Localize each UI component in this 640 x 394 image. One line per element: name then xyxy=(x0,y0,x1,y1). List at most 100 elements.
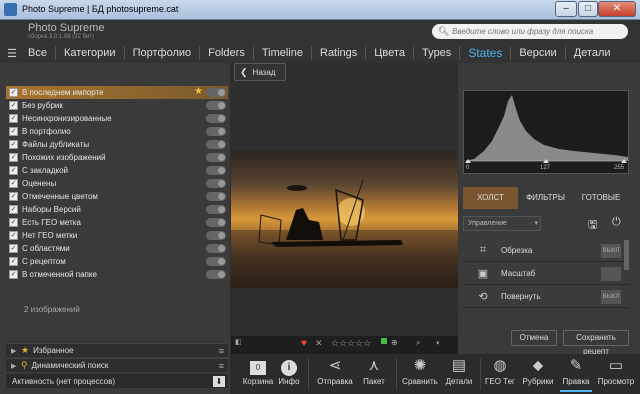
menu-icon[interactable]: ≡ xyxy=(219,346,224,356)
tab-folders[interactable]: Folders xyxy=(200,46,254,60)
checkbox[interactable]: ✓ xyxy=(9,166,18,175)
checkbox[interactable]: ✓ xyxy=(9,114,18,123)
tab-categories[interactable]: Категории xyxy=(56,46,125,60)
search-box[interactable]: 🔍︎ xyxy=(432,24,628,39)
tab-presets[interactable]: ГОТОВЫЕ xyxy=(573,187,629,209)
filter-row[interactable]: ✓ Похожих изображений xyxy=(6,151,228,164)
checkbox[interactable]: ✓ xyxy=(9,257,18,266)
checkbox[interactable]: ✓ xyxy=(9,218,18,227)
checkbox[interactable]: ✓ xyxy=(9,101,18,110)
toggle-switch[interactable] xyxy=(206,166,226,175)
tab-colors[interactable]: Цвета xyxy=(366,46,414,60)
back-button[interactable]: ❮ Назад xyxy=(234,63,286,81)
checkbox[interactable]: ✓ xyxy=(9,153,18,162)
preset-select[interactable]: Управление ▾ xyxy=(463,216,541,231)
filter-row[interactable]: ✓ Файлы дубликаты xyxy=(6,138,228,151)
tab-filters[interactable]: ФИЛЬТРЫ xyxy=(518,187,573,209)
tool-toggle[interactable]: ВЫКЛ xyxy=(601,289,621,304)
tab-versions[interactable]: Версии xyxy=(511,46,566,60)
menu-icon[interactable]: ☰ xyxy=(4,47,20,60)
save-recipe-button[interactable]: Сохранить рецепт xyxy=(563,330,629,356)
filter-row[interactable]: ✓ Оценены xyxy=(6,177,228,190)
funnel-icon[interactable]: ▽ xyxy=(114,88,120,97)
style-icon[interactable]: ◐ xyxy=(436,338,441,347)
filter-row[interactable]: ✓ В отмеченной папке xyxy=(6,268,228,281)
toggle-switch[interactable] xyxy=(206,101,226,110)
checkbox[interactable]: ✓ xyxy=(9,205,18,214)
color-label-icon[interactable] xyxy=(381,338,387,344)
star-icon[interactable]: ★ xyxy=(194,86,203,97)
activity-toggle-icon[interactable]: ⬇ xyxy=(213,375,225,387)
tools-scrollbar[interactable] xyxy=(624,240,629,270)
power-icon[interactable]: ⏻ xyxy=(612,216,621,229)
strip-tool-icon[interactable]: ◧ xyxy=(235,338,242,346)
toggle-switch[interactable] xyxy=(206,231,226,240)
tool-toggle[interactable] xyxy=(601,266,621,281)
tool-scale[interactable]: ▣ Масштаб xyxy=(463,263,629,285)
expand-arrow-icon[interactable]: ▶ xyxy=(11,362,21,370)
view-button[interactable]: ▭ Просмотр xyxy=(596,356,636,386)
expand-arrow-icon[interactable]: ▶ xyxy=(11,347,21,355)
details-button[interactable]: ▤ Детали xyxy=(443,356,475,386)
tab-canvas[interactable]: ХОЛСТ xyxy=(463,187,518,209)
filter-row[interactable]: ✓ Наборы Версий xyxy=(6,203,228,216)
checkbox[interactable]: ✓ xyxy=(9,179,18,188)
filter-row[interactable]: ✓ Есть ГЕО метка xyxy=(6,216,228,229)
tab-ratings[interactable]: Ratings xyxy=(312,46,367,60)
menu-icon[interactable]: ≡ xyxy=(219,361,224,371)
filter-row[interactable]: ✓ В портфолио xyxy=(6,125,228,138)
checkbox[interactable]: ✓ xyxy=(9,127,18,136)
heart-icon[interactable]: ♥ xyxy=(301,338,307,349)
edit-button[interactable]: ✎ Правка xyxy=(560,356,592,392)
geotag-button[interactable]: ◍ ГЕО Тег xyxy=(484,356,516,386)
filter-row[interactable]: ✓ С областями xyxy=(6,242,228,255)
tab-timeline[interactable]: Timeline xyxy=(254,46,312,60)
checkbox[interactable]: ✓ xyxy=(9,270,18,279)
filter-row[interactable]: ✓ В последнем импорте ▽ ★ xyxy=(6,86,228,99)
search-input[interactable] xyxy=(452,25,622,38)
tab-portfolio[interactable]: Портфолио xyxy=(125,46,201,60)
toggle-switch[interactable] xyxy=(206,179,226,188)
tab-details[interactable]: Детали xyxy=(566,46,619,60)
checkbox[interactable]: ✓ xyxy=(9,244,18,253)
filter-row[interactable]: ✓ С рецептом xyxy=(6,255,228,268)
close-button[interactable]: ✕ xyxy=(598,1,636,17)
filter-row[interactable]: ✓ Несинхронизированные xyxy=(6,112,228,125)
tab-states[interactable]: States xyxy=(460,46,512,60)
info-button[interactable]: i Инфо xyxy=(276,356,302,386)
filter-row[interactable]: ✓ Нет ГЕО метки xyxy=(6,229,228,242)
toggle-switch[interactable] xyxy=(206,114,226,123)
toggle-switch[interactable] xyxy=(206,192,226,201)
minimize-button[interactable]: – xyxy=(555,1,577,17)
magnifier-icon[interactable]: ⌕ xyxy=(416,338,420,348)
dynamic-search-panel[interactable]: ▶ ⚲ Динамический поиск ≡ xyxy=(6,358,228,372)
tool-crop[interactable]: ⌗ Обрезка ВЫКЛ xyxy=(463,240,629,262)
save-icon[interactable]: 🖫︎ xyxy=(588,216,597,235)
tab-all[interactable]: Все xyxy=(20,46,56,60)
checkbox[interactable]: ✓ xyxy=(9,88,18,97)
maximize-button[interactable]: □ xyxy=(578,1,598,17)
tool-rotate[interactable]: ⟲ Повернуть ВЫКЛ xyxy=(463,286,629,308)
cancel-button[interactable]: Отмена xyxy=(511,330,557,346)
toggle-switch[interactable] xyxy=(206,218,226,227)
toggle-switch[interactable] xyxy=(206,140,226,149)
filter-row[interactable]: ✓ С закладкой xyxy=(6,164,228,177)
reject-icon[interactable]: ✕ xyxy=(315,338,323,349)
zoom-icon[interactable]: ⊕ xyxy=(391,338,398,347)
tab-types[interactable]: Types xyxy=(414,46,461,60)
compare-button[interactable]: ✺ Сравнить xyxy=(402,356,438,386)
toggle-switch[interactable] xyxy=(206,153,226,162)
toggle-switch[interactable] xyxy=(206,270,226,279)
toggle-switch[interactable] xyxy=(206,257,226,266)
chevron-down-icon[interactable]: ▾ xyxy=(534,217,538,230)
share-button[interactable]: ⋖ Отправка xyxy=(316,356,354,386)
batch-button[interactable]: ⋏ Пакет xyxy=(358,356,390,386)
toggle-switch[interactable] xyxy=(206,205,226,214)
filter-row[interactable]: ✓ Отмеченные цветом xyxy=(6,190,228,203)
basket-button[interactable]: 0 Корзина xyxy=(240,356,276,386)
rating-stars[interactable]: ☆☆☆☆☆ xyxy=(331,338,371,349)
toggle-switch[interactable] xyxy=(206,127,226,136)
checkbox[interactable]: ✓ xyxy=(9,231,18,240)
catalog-button[interactable]: ⬥ Рубрики xyxy=(520,356,556,386)
checkbox[interactable]: ✓ xyxy=(9,140,18,149)
